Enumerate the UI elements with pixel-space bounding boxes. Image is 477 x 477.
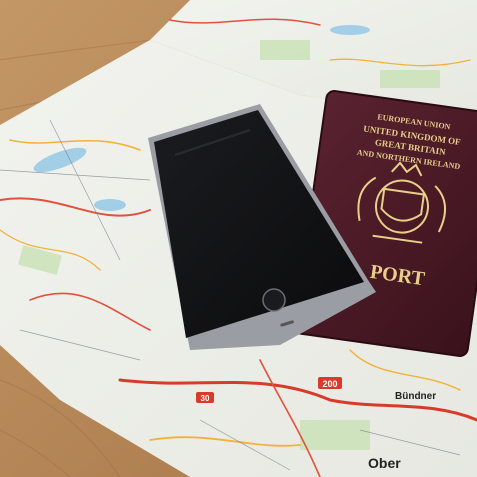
- route-badge-2: 30: [196, 392, 214, 403]
- place-label-ober: Ober: [368, 455, 401, 471]
- route-number-200: 200: [322, 379, 337, 389]
- place-label-buendner: Bündner: [395, 391, 436, 402]
- home-button-icon: [262, 288, 286, 312]
- route-badge-1: 200: [318, 377, 342, 389]
- photo-scene: 200 30 Bündner Ober EUROPEAN UNION UNITE…: [0, 0, 477, 477]
- route-number-30: 30: [201, 394, 210, 403]
